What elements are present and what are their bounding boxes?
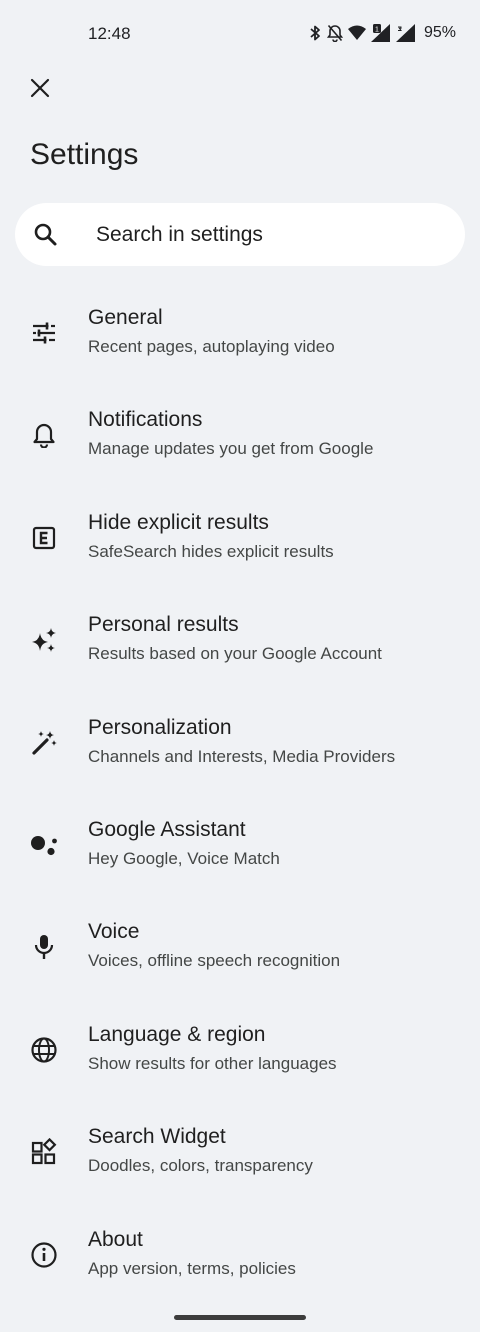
item-title: Search Widget xyxy=(88,1125,226,1149)
item-subtitle: Manage updates you get from Google xyxy=(88,439,374,459)
settings-item-language-region[interactable]: Language & region Show results for other… xyxy=(0,999,480,1101)
item-title: Language & region xyxy=(88,1022,266,1046)
item-title: Personalization xyxy=(88,715,232,739)
navigation-handle[interactable] xyxy=(174,1315,306,1320)
item-title: Personal results xyxy=(88,613,239,637)
bluetooth-icon xyxy=(308,24,322,42)
item-subtitle: Show results for other languages xyxy=(88,1053,337,1073)
settings-item-notifications[interactable]: Notifications Manage updates you get fro… xyxy=(0,384,480,486)
settings-item-hide-explicit-results[interactable]: Hide explicit results SafeSearch hides e… xyxy=(0,487,480,589)
settings-item-voice[interactable]: Voice Voices, offline speech recognition xyxy=(0,896,480,998)
settings-item-personalization[interactable]: Personalization Channels and Interests, … xyxy=(0,692,480,794)
status-bar: 12:48 1 95% xyxy=(0,0,480,66)
status-icons: 1 95% xyxy=(308,22,456,44)
item-title: Hide explicit results xyxy=(88,510,269,534)
item-subtitle: Results based on your Google Account xyxy=(88,644,382,664)
close-icon xyxy=(30,78,50,103)
battery-level: 95% xyxy=(423,24,456,41)
globe-icon xyxy=(28,1034,60,1066)
signal-icon: 1 xyxy=(370,24,391,42)
item-title: Google Assistant xyxy=(88,817,246,841)
wifi-icon xyxy=(347,25,366,41)
item-subtitle: Channels and Interests, Media Providers xyxy=(88,746,396,766)
settings-item-about[interactable]: About App version, terms, policies xyxy=(0,1204,480,1306)
item-subtitle: SafeSearch hides explicit results xyxy=(88,541,334,561)
explicit-icon xyxy=(28,522,60,554)
tune-icon xyxy=(28,317,60,349)
settings-item-google-assistant[interactable]: Google Assistant Hey Google, Voice Match xyxy=(0,794,480,896)
item-title: Voice xyxy=(88,920,140,944)
settings-item-general[interactable]: General Recent pages, autoplaying video xyxy=(0,282,480,384)
settings-item-personal-results[interactable]: Personal results Results based on your G… xyxy=(0,589,480,691)
close-button[interactable] xyxy=(20,70,60,110)
magic-wand-icon xyxy=(28,727,60,759)
widgets-icon xyxy=(28,1136,60,1168)
item-subtitle: Recent pages, autoplaying video xyxy=(88,337,335,356)
item-title: Notifications xyxy=(88,408,203,432)
bell-off-icon xyxy=(326,24,343,42)
item-subtitle: Hey Google, Voice Match xyxy=(88,848,280,868)
info-icon xyxy=(28,1239,60,1271)
signal-icon xyxy=(395,24,416,42)
bell-icon xyxy=(28,419,60,451)
item-title: About xyxy=(88,1227,143,1251)
assistant-icon xyxy=(28,829,60,861)
item-subtitle: Voices, offline speech recognition xyxy=(88,951,341,971)
sparkle-icon xyxy=(28,624,60,656)
page-title: Settings xyxy=(30,138,139,171)
microphone-icon xyxy=(28,931,60,963)
search-placeholder: Search in settings xyxy=(96,223,263,246)
svg-text:1: 1 xyxy=(375,27,379,34)
search-input[interactable]: Search in settings xyxy=(15,203,465,266)
item-title: General xyxy=(88,306,163,329)
search-icon xyxy=(32,221,60,249)
item-subtitle: App version, terms, policies xyxy=(88,1258,296,1278)
settings-list: General Recent pages, autoplaying video … xyxy=(0,282,480,1306)
settings-item-search-widget[interactable]: Search Widget Doodles, colors, transpare… xyxy=(0,1101,480,1203)
status-time: 12:48 xyxy=(88,24,131,43)
item-subtitle: Doodles, colors, transparency xyxy=(88,1156,313,1176)
